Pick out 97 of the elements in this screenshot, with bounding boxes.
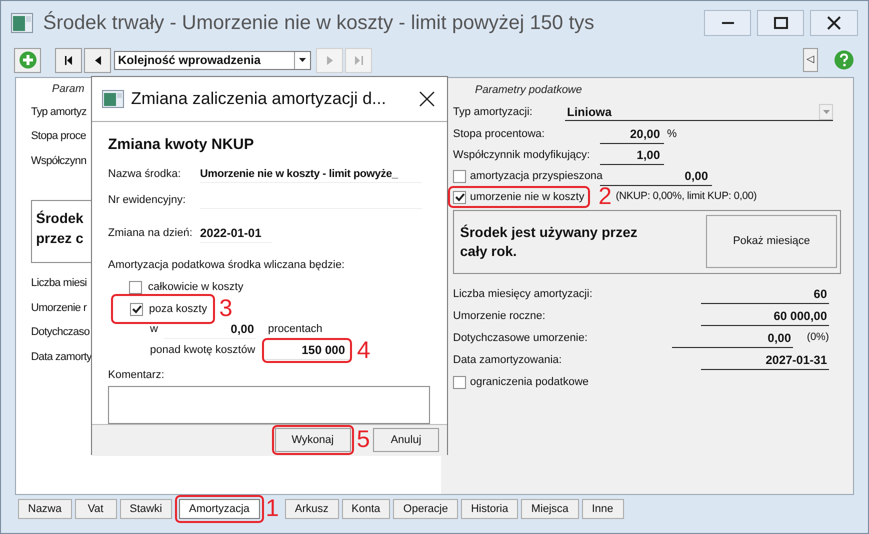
field-label: Data zamorty	[31, 350, 92, 364]
checkbox-label: ograniczenia podatkowe	[470, 374, 589, 390]
maximize-icon	[774, 17, 788, 29]
annotation-number: 1	[266, 497, 279, 521]
dropdown-arrow-icon	[822, 110, 830, 114]
field-label: Stopa procentowa:	[453, 126, 546, 142]
percent-label: (0%)	[806, 330, 829, 346]
amortization-type-dropdown[interactable]: Liniowa	[565, 104, 833, 120]
tab[interactable]: Nazwa	[18, 499, 72, 519]
comment-field[interactable]	[108, 386, 430, 424]
window-icon	[102, 90, 124, 108]
minimize-icon	[722, 22, 734, 24]
tab[interactable]: Operacje	[393, 499, 458, 519]
field-label: Współczynn	[31, 154, 86, 168]
field-label: Liczba miesięcy amortyzacji:	[453, 286, 594, 302]
add-button[interactable]	[14, 48, 41, 72]
notice-text: Środek	[36, 209, 84, 227]
section-heading: Param	[52, 82, 84, 97]
unit-label: procentach	[268, 322, 322, 338]
unit-label: %	[667, 126, 677, 142]
annotation-number: 2	[598, 185, 612, 209]
tab[interactable]: Vat	[74, 499, 117, 519]
checkbox[interactable]	[453, 170, 466, 182]
collapse-button[interactable]: ◁	[803, 48, 818, 72]
dialog-button[interactable]: Wykonaj	[274, 428, 351, 452]
tab[interactable]: Stawki	[120, 499, 172, 519]
checkbox-label: umorzenie nie w koszty	[470, 190, 584, 205]
field-label: ponad kwotę kosztów	[150, 343, 256, 358]
field-label: Współczynnik modyfikujący:	[453, 148, 591, 163]
field-label: Typ amortyzacji:	[453, 104, 534, 120]
field-label: Dotychczasowe umorzenie:	[453, 330, 589, 346]
checkbox[interactable]	[453, 190, 466, 204]
dialog-button[interactable]: Anuluj	[373, 428, 439, 452]
next-icon	[326, 56, 332, 64]
sort-dropdown[interactable]: Kolejność wprowadzenia	[114, 50, 311, 70]
close-button[interactable]	[810, 10, 858, 36]
first-icon	[64, 56, 72, 64]
annotation-number: 4	[357, 338, 370, 362]
field-label: Dotychczaso	[31, 325, 90, 340]
nkup-note: (NKUP: 0,00%, limit KUP: 0,00)	[616, 189, 757, 204]
tab[interactable]: Amortyzacja	[179, 499, 260, 519]
field-label: Komentarz:	[108, 368, 164, 383]
value-field: 60	[701, 284, 829, 304]
dialog-heading: Zmiana kwoty NKUP	[108, 135, 254, 155]
navigation-button[interactable]	[55, 48, 82, 72]
checkbox[interactable]	[129, 280, 142, 294]
window-title: Środek trwały - Umorzenie nie w koszty - limit powyżej 150 tys	[43, 10, 594, 36]
maximize-button[interactable]	[757, 10, 804, 36]
help-icon	[834, 50, 854, 70]
field-label: Typ amortyz	[31, 104, 87, 120]
date-field[interactable]: 2022-01-01	[200, 224, 272, 243]
field-label: w	[150, 322, 159, 338]
close-button[interactable]	[417, 89, 437, 109]
field-label: Nr ewidencyjny:	[108, 193, 187, 208]
tab[interactable]: Konta	[342, 499, 390, 519]
tab[interactable]: Arkusz	[284, 499, 339, 519]
question-text: Amortyzacja podatkowa środka wliczana będzie:	[108, 258, 345, 272]
value-field: 60 000,00	[701, 306, 829, 326]
rate-field[interactable]: 20,00	[600, 124, 664, 144]
close-icon	[419, 91, 435, 107]
dropdown-arrow-icon	[299, 58, 306, 62]
tab[interactable]: Historia	[460, 499, 518, 519]
field-label: Zmiana na dzień:	[108, 226, 194, 242]
add-icon	[18, 51, 36, 69]
field-label: Data zamortyzowania:	[453, 352, 563, 368]
value-field: 2027-01-31	[701, 350, 829, 370]
tab[interactable]: Inne	[582, 499, 624, 519]
checkbox[interactable]	[453, 376, 466, 388]
close-icon	[827, 16, 841, 30]
checkbox-label: całkowicie w koszty	[148, 280, 244, 295]
checkbox[interactable]	[130, 302, 143, 316]
value-field: 0,00	[672, 328, 793, 348]
field-label: Nazwa środka:	[108, 167, 182, 182]
checkbox-label: poza koszty	[149, 302, 208, 317]
notice-text: przez c	[36, 229, 84, 247]
last-icon	[354, 56, 362, 64]
name-field: Umorzenie nie w koszty - limit powyże_	[200, 166, 422, 184]
factor-field[interactable]: 1,00	[600, 146, 664, 164]
threshold-field[interactable]: 150 000	[265, 341, 349, 360]
field-label: Umorzenie r	[31, 300, 87, 316]
notice-text: Środek jest używany przez cały rok.	[460, 222, 638, 260]
dialog-title: Zmiana zaliczenia amortyzacji d...	[131, 88, 386, 110]
percent-field[interactable]: 0,00	[164, 320, 256, 339]
check-icon	[132, 304, 142, 314]
annotation-number: 5	[356, 428, 370, 452]
field-label: Liczba miesi	[31, 276, 87, 291]
field-label: Umorzenie roczne:	[453, 308, 546, 324]
window-icon	[11, 13, 33, 33]
navigation-button[interactable]	[84, 48, 111, 72]
help-button[interactable]	[832, 48, 856, 72]
tab[interactable]: Miejsca	[521, 499, 579, 519]
show-months-button[interactable]: Pokaż miesiące	[706, 215, 837, 268]
annotation-number: 3	[219, 297, 232, 321]
field-label: Stopa proce	[31, 129, 86, 144]
check-icon	[454, 192, 464, 202]
section-heading: Parametry podatkowe	[475, 83, 582, 98]
previous-icon	[94, 56, 100, 64]
